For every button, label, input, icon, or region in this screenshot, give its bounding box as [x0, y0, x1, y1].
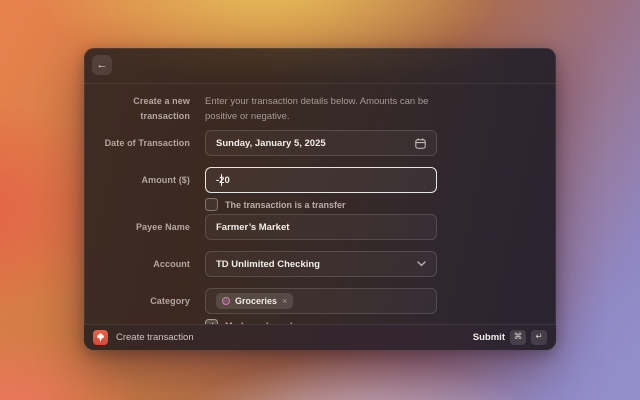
action-bar: Create transaction Submit ⌘ ↵ — [84, 324, 556, 350]
back-arrow-icon: ← — [97, 60, 108, 71]
transfer-checkbox[interactable] — [205, 198, 218, 211]
transfer-label: The transaction is a transfer — [225, 200, 346, 210]
payee-row: Payee Name Farmer’s Market — [84, 214, 556, 240]
text-cursor — [221, 174, 222, 186]
amount-label: Amount ($) — [84, 175, 190, 185]
payee-input[interactable]: Farmer’s Market — [205, 214, 437, 240]
category-label: Category — [84, 296, 190, 306]
submit-button[interactable]: Submit — [473, 332, 505, 343]
date-value: Sunday, January 5, 2025 — [216, 138, 326, 149]
account-row: Account TD Unlimited Checking — [84, 251, 556, 277]
payee-value: Farmer’s Market — [216, 222, 289, 233]
amount-row: Amount ($) -20 — [84, 167, 556, 193]
footer-actions: Submit ⌘ ↵ — [473, 330, 547, 345]
category-tag[interactable]: Groceries × — [216, 293, 293, 309]
amount-value: -20 — [216, 175, 230, 186]
transfer-row: The transaction is a transfer — [205, 198, 346, 211]
date-row: Date of Transaction Sunday, January 5, 2… — [84, 130, 556, 156]
chevron-down-icon — [417, 261, 426, 267]
account-value: TD Unlimited Checking — [216, 259, 320, 270]
command-title: Create transaction — [116, 332, 194, 343]
window-header: ← — [84, 48, 556, 84]
intro-row: Create a new transaction Enter your tran… — [84, 94, 556, 124]
cmd-key-icon: ⌘ — [510, 330, 526, 345]
category-field[interactable]: Groceries × — [205, 288, 437, 314]
form-title: Create a new transaction — [84, 94, 190, 124]
form-description-line1: Enter your transaction details below. Am… — [205, 94, 445, 109]
desktop-background: ← Create a new transaction Enter your tr… — [0, 0, 640, 400]
return-key-icon: ↵ — [531, 330, 547, 345]
date-field[interactable]: Sunday, January 5, 2025 — [205, 130, 437, 156]
form-description: Enter your transaction details below. Am… — [205, 94, 445, 124]
category-row: Category Groceries × — [84, 288, 556, 314]
category-tag-label: Groceries — [235, 296, 277, 306]
form-description-line2: positive or negative. — [205, 109, 445, 124]
remove-category-icon[interactable]: × — [282, 297, 287, 306]
date-label: Date of Transaction — [84, 138, 190, 148]
account-dropdown[interactable]: TD Unlimited Checking — [205, 251, 437, 277]
amount-input[interactable]: -20 — [205, 167, 437, 193]
raynab-app-icon — [93, 330, 108, 345]
account-label: Account — [84, 259, 190, 269]
payee-label: Payee Name — [84, 222, 190, 232]
back-button[interactable]: ← — [92, 55, 112, 75]
category-color-icon — [222, 297, 230, 305]
create-transaction-window: ← Create a new transaction Enter your tr… — [84, 48, 556, 350]
calendar-icon — [415, 138, 426, 149]
